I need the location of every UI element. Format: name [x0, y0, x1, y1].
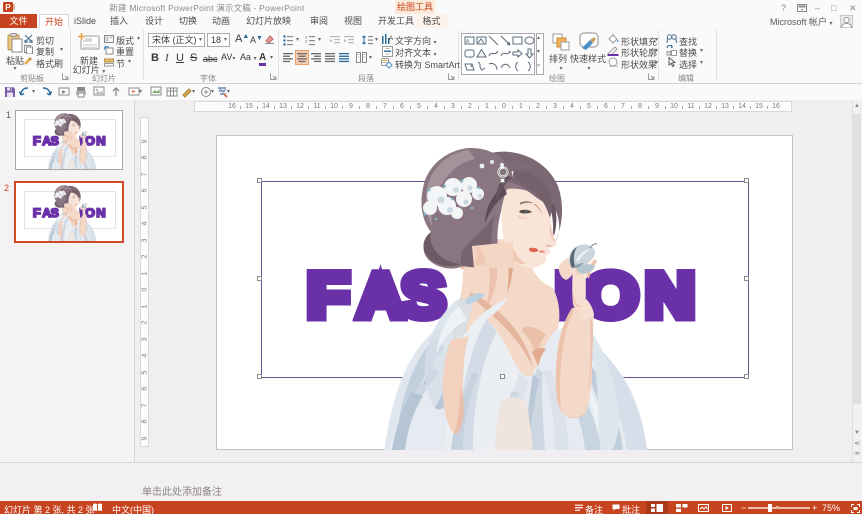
- svg-text:2: 2: [305, 39, 308, 44]
- svg-text:A: A: [389, 36, 393, 42]
